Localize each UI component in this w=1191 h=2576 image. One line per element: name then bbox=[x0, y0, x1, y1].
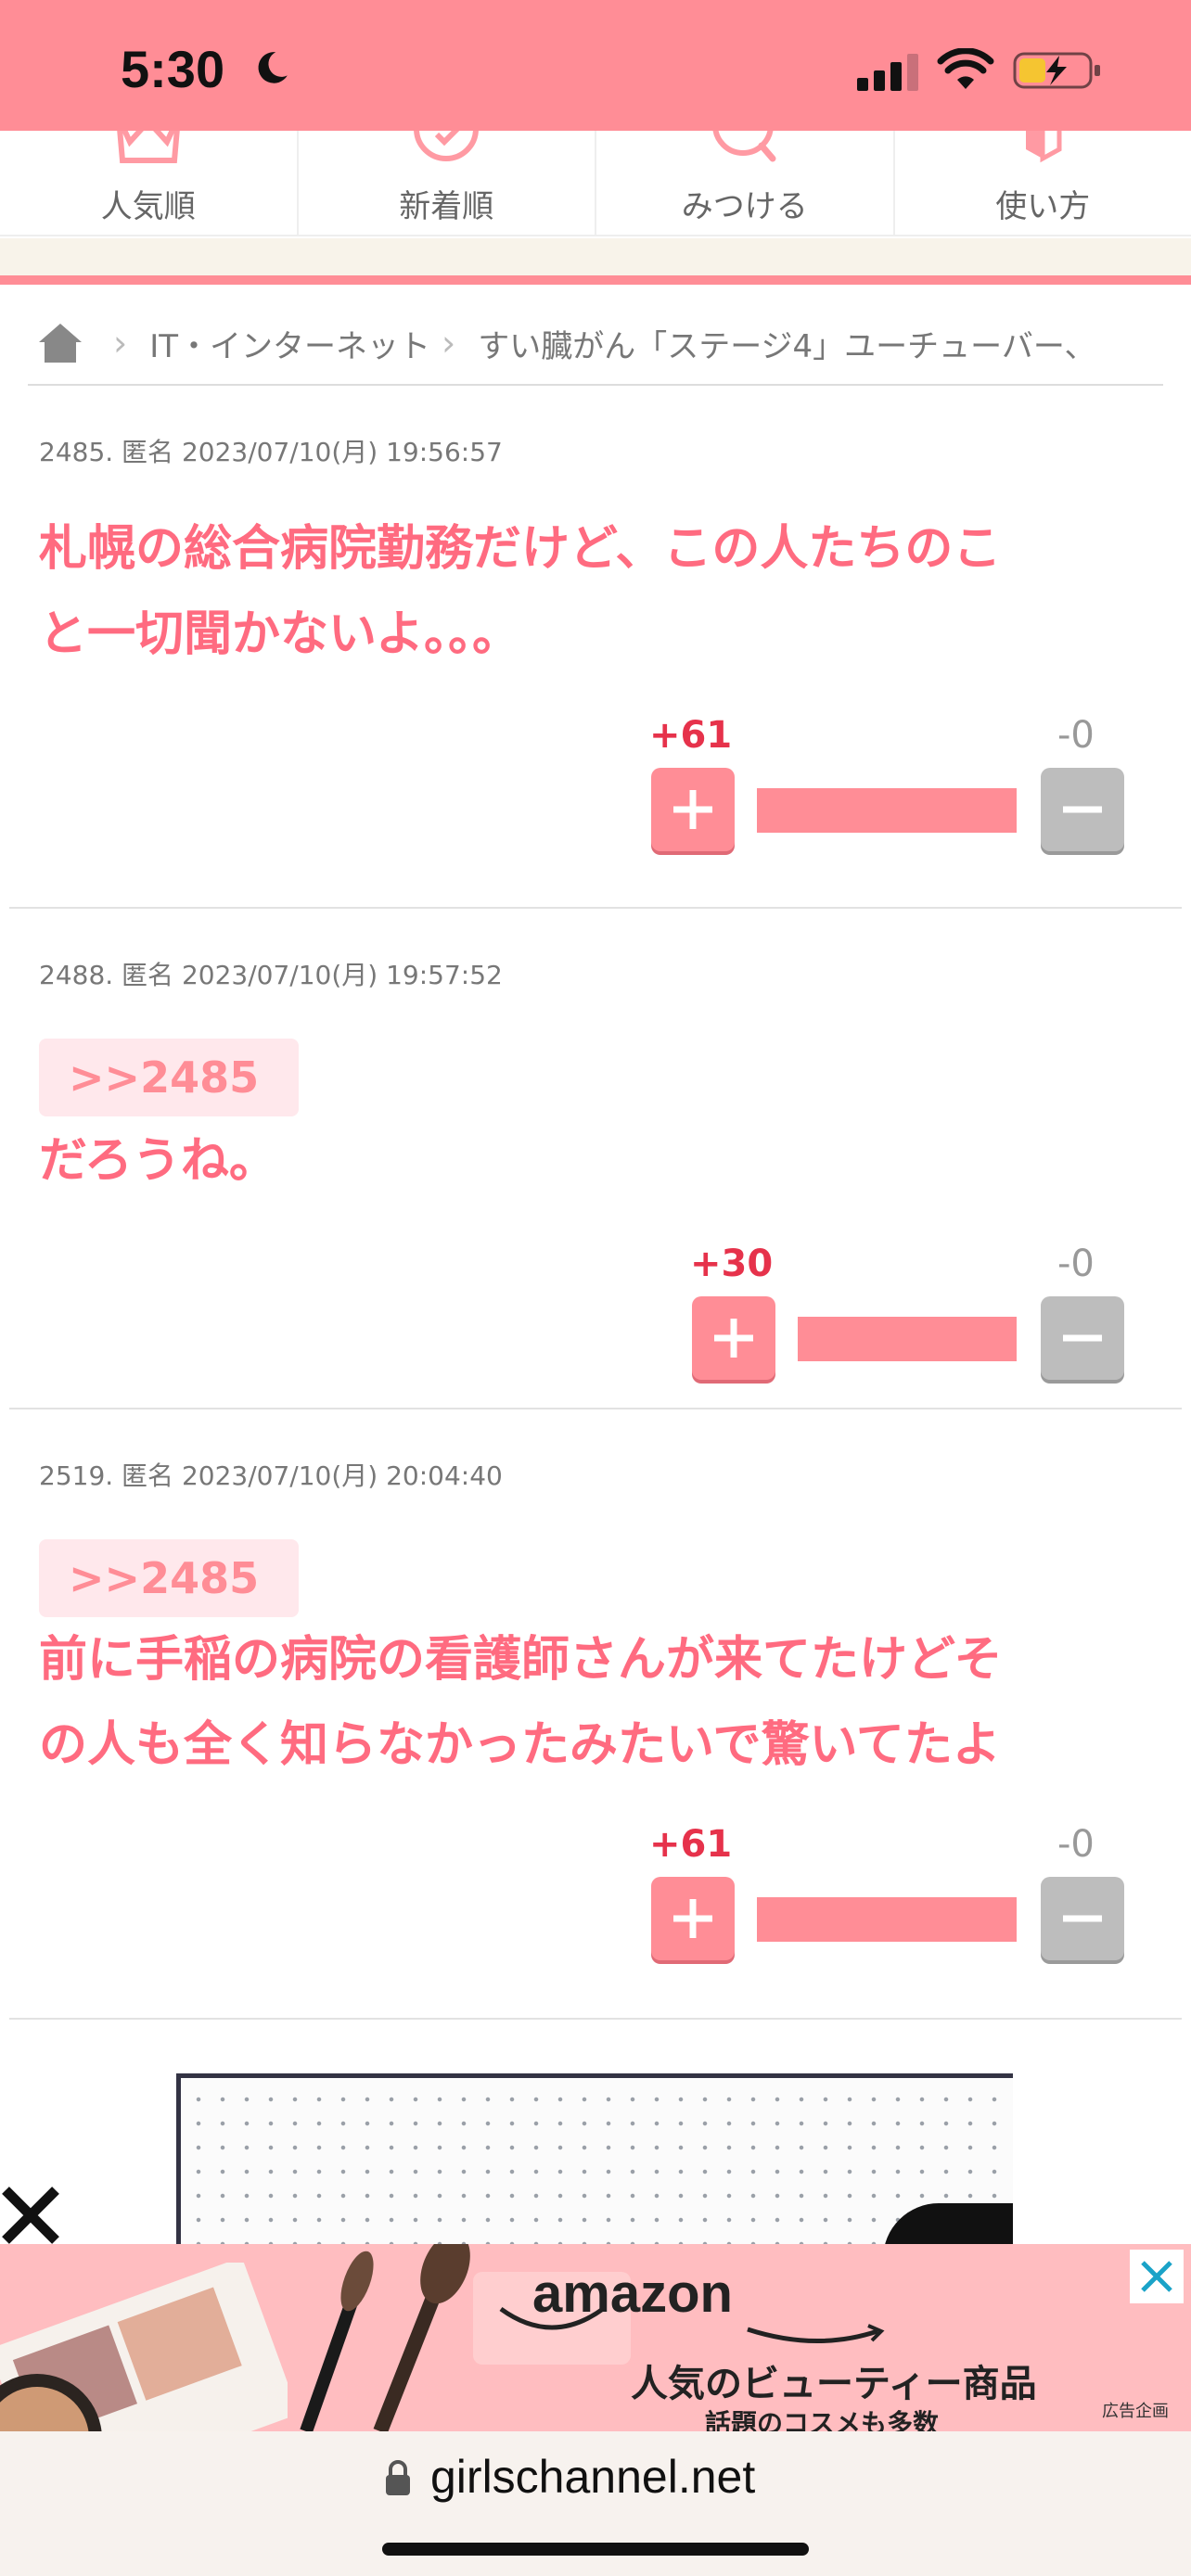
tab-discover[interactable]: みつける bbox=[596, 131, 895, 235]
crown-icon bbox=[116, 131, 180, 163]
ad-image-pattern bbox=[181, 2078, 1013, 2259]
status-time: 5:30 bbox=[121, 40, 225, 98]
book-icon bbox=[1026, 131, 1062, 163]
comment-text: だろうね。 bbox=[39, 1118, 1161, 1204]
comment-line: と一切聞かないよ。。。 bbox=[39, 606, 520, 662]
tab-popular[interactable]: 人気順 bbox=[0, 131, 299, 235]
minus-icon bbox=[1063, 1334, 1102, 1342]
vote-ratio-bar bbox=[798, 1317, 1017, 1361]
comment-meta: 2488. 匿名 2023/07/10(月) 19:57:52 bbox=[39, 960, 503, 990]
search-icon bbox=[712, 131, 776, 162]
comment-text: 札幌の総合病院勤務だけど、この人たちのこ と一切聞かないよ。。。 bbox=[39, 506, 1161, 677]
home-indicator bbox=[382, 2543, 809, 2556]
close-icon[interactable] bbox=[0, 2185, 61, 2246]
cellular-signal-icon bbox=[857, 54, 918, 91]
tab-newest[interactable]: 新着順 bbox=[299, 131, 596, 235]
home-icon[interactable] bbox=[37, 322, 83, 364]
minus-icon bbox=[1063, 806, 1102, 813]
plus-count: +61 bbox=[649, 714, 733, 757]
minus-count: -0 bbox=[1057, 1823, 1095, 1866]
plus-count: +30 bbox=[690, 1243, 774, 1285]
reply-anchor-link[interactable]: >>2485 bbox=[39, 1539, 299, 1617]
vote-ratio-fill bbox=[757, 788, 1017, 833]
comment-meta: 2519. 匿名 2023/07/10(月) 20:04:40 bbox=[39, 1460, 503, 1491]
tab-label: 新着順 bbox=[399, 188, 494, 225]
moon-icon bbox=[258, 52, 288, 83]
ad-tag: 広告企画 bbox=[1102, 2402, 1169, 2421]
plus-icon bbox=[673, 790, 712, 829]
vote-ratio-fill bbox=[757, 1897, 1017, 1942]
comment-text: 前に手稲の病院の看護師さんが来てたけどそ の人も全く知らなかったみたいで驚いてた… bbox=[39, 1617, 1161, 1788]
breadcrumb: › IT・インターネット › すい臓がん「ステージ4」ユーチューバー、 bbox=[37, 306, 1159, 380]
nav-spacer bbox=[0, 238, 1191, 275]
banner-ad[interactable]: amazon 人気のビューティー商品 話題のコスメも多数 広告企画 bbox=[0, 2244, 1191, 2431]
wifi-icon bbox=[937, 48, 994, 89]
plus-icon bbox=[673, 1899, 712, 1938]
amazon-smile-icon bbox=[747, 2324, 885, 2344]
comment-line: 札幌の総合病院勤務だけど、この人たちのこ bbox=[39, 521, 1002, 577]
minus-count: -0 bbox=[1057, 1243, 1095, 1285]
vote-ratio-bar bbox=[757, 788, 1017, 833]
comment-divider bbox=[9, 1408, 1182, 1409]
minus-vote-button[interactable] bbox=[1041, 1877, 1124, 1960]
tab-label: 使い方 bbox=[995, 188, 1091, 225]
ad-headline: 人気のビューティー商品 bbox=[631, 2363, 1037, 2405]
vote-ratio-bar bbox=[757, 1897, 1017, 1942]
minus-vote-button[interactable] bbox=[1041, 768, 1124, 851]
breadcrumb-category[interactable]: IT・インターネット bbox=[149, 321, 430, 366]
tab-label: みつける bbox=[681, 188, 808, 225]
comment-line: だろうね。 bbox=[39, 1133, 277, 1189]
browser-url-bar[interactable]: girlschannel.net bbox=[0, 2431, 1191, 2576]
tab-label: 人気順 bbox=[100, 188, 196, 225]
minus-icon bbox=[1063, 1915, 1102, 1922]
accent-line bbox=[0, 275, 1191, 285]
url-text[interactable]: girlschannel.net bbox=[430, 2450, 755, 2504]
close-icon bbox=[1141, 2261, 1172, 2292]
breadcrumb-topic[interactable]: すい臓がん「ステージ4」ユーチューバー、 bbox=[478, 321, 1095, 366]
plus-icon bbox=[714, 1319, 753, 1358]
ad-image[interactable] bbox=[176, 2073, 1013, 2259]
lock-icon bbox=[386, 2460, 410, 2495]
plus-count: +61 bbox=[649, 1823, 733, 1866]
tab-howto[interactable]: 使い方 bbox=[895, 131, 1191, 235]
comment-divider bbox=[9, 907, 1182, 909]
plus-vote-button[interactable] bbox=[651, 768, 735, 851]
comment-meta: 2485. 匿名 2023/07/10(月) 19:56:57 bbox=[39, 437, 503, 467]
vote-ratio-fill bbox=[798, 1317, 1017, 1361]
comment-line: の人も全く知らなかったみたいで驚いてたよ bbox=[39, 1717, 1001, 1773]
ad-subline: 話題のコスメも多数 bbox=[705, 2408, 940, 2431]
ad-close-button[interactable] bbox=[1130, 2250, 1184, 2303]
status-bar: 5:30 bbox=[0, 0, 1191, 131]
reply-anchor-link[interactable]: >>2485 bbox=[39, 1039, 299, 1116]
plus-vote-button[interactable] bbox=[692, 1296, 775, 1380]
comment-divider bbox=[9, 2018, 1182, 2020]
minus-count: -0 bbox=[1057, 714, 1095, 757]
chevron-right-icon: › bbox=[113, 323, 128, 363]
comment-line: 前に手稲の病院の看護師さんが来てたけどそ bbox=[39, 1632, 1003, 1688]
battery-charging-icon bbox=[1013, 52, 1100, 89]
nav-tabs: 人気順 新着順 みつける 使い方 bbox=[0, 131, 1191, 236]
minus-vote-button[interactable] bbox=[1041, 1296, 1124, 1380]
clock-icon bbox=[414, 131, 480, 161]
amazon-logo: amazon bbox=[532, 2264, 733, 2324]
chevron-right-icon: › bbox=[442, 323, 456, 363]
breadcrumb-divider bbox=[28, 384, 1163, 386]
plus-vote-button[interactable] bbox=[651, 1877, 735, 1960]
